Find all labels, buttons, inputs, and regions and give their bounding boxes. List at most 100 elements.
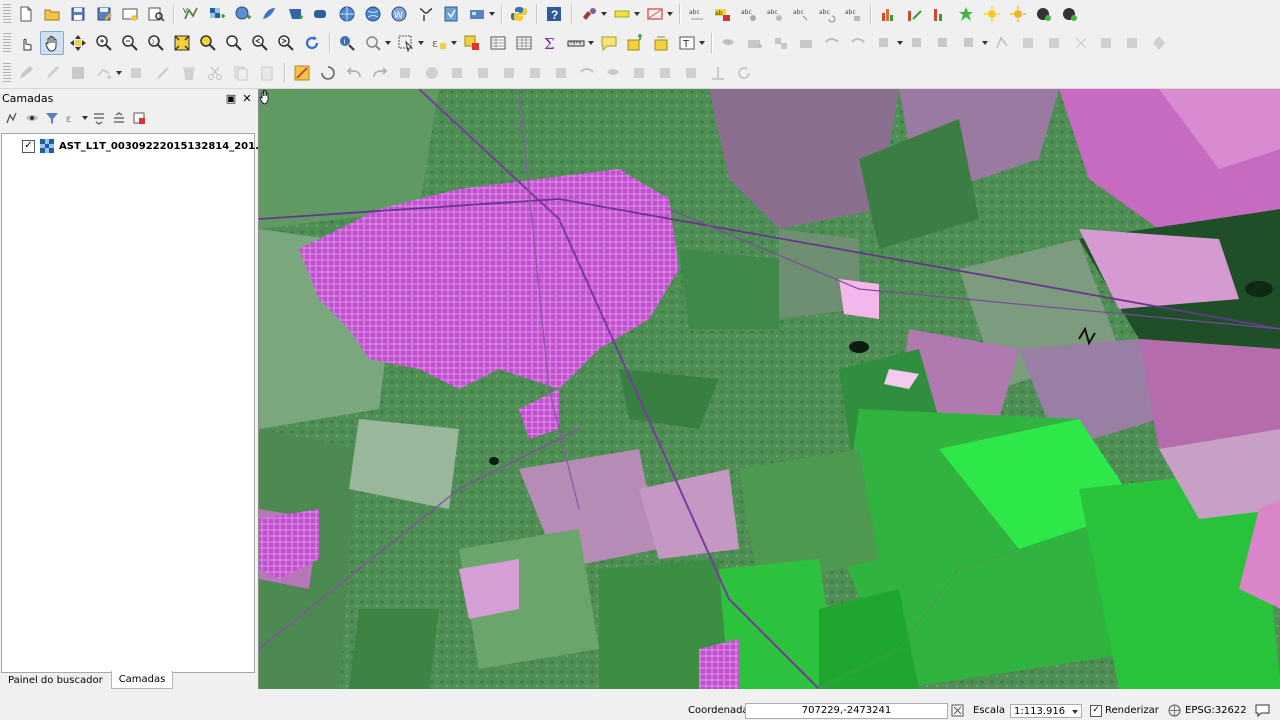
zoom-next-icon[interactable] <box>274 31 298 55</box>
plugin-sun2-icon[interactable] <box>1006 2 1030 26</box>
add-feature-dropdown[interactable] <box>116 70 122 76</box>
plugin-chart3-icon[interactable] <box>928 2 952 26</box>
measure-icon[interactable] <box>564 31 588 55</box>
float-panel-icon[interactable]: ▣ <box>224 91 238 105</box>
style-manager-icon[interactable] <box>577 2 601 26</box>
digitize-10-icon[interactable] <box>958 31 982 55</box>
remove-layer-icon[interactable] <box>130 109 148 127</box>
annotation-icon[interactable] <box>643 2 667 26</box>
adv-digitize-6-icon[interactable] <box>524 61 548 85</box>
filter-expression-dropdown[interactable] <box>82 115 88 121</box>
messages-icon[interactable] <box>1255 704 1270 717</box>
digitize-7-icon[interactable] <box>873 31 897 55</box>
crs-label[interactable]: EPSG:32622 <box>1185 705 1247 716</box>
statistics-icon[interactable]: Σ <box>538 31 562 55</box>
render-checkbox[interactable]: ✓ <box>1090 705 1102 717</box>
delete-selected-icon[interactable] <box>177 61 201 85</box>
adv-digitize-13-icon[interactable] <box>706 61 730 85</box>
collapse-all-icon[interactable] <box>110 109 128 127</box>
add-wcs-layer-icon[interactable]: W <box>387 2 411 26</box>
style-dropdown[interactable] <box>601 11 607 17</box>
layout-manager-icon[interactable] <box>144 2 168 26</box>
add-postgis-icon[interactable] <box>283 2 307 26</box>
layer-name[interactable]: AST_L1T_00309222015132814_201... <box>59 141 266 152</box>
rotate-feature-icon[interactable] <box>316 61 340 85</box>
label-change-icon[interactable]: abc <box>841 2 865 26</box>
plugin-star-icon[interactable] <box>954 2 978 26</box>
zoom-last-icon[interactable] <box>248 31 272 55</box>
help-icon[interactable]: ? <box>542 2 566 26</box>
digitize-dropdown-2[interactable] <box>982 40 988 46</box>
open-project-icon[interactable] <box>40 2 64 26</box>
expand-all-icon[interactable] <box>90 109 108 127</box>
label-rotate-icon[interactable]: abc <box>815 2 839 26</box>
add-group-icon[interactable] <box>23 109 41 127</box>
toggle-editing-icon[interactable] <box>40 61 64 85</box>
select-features-icon[interactable] <box>394 31 418 55</box>
undo-icon[interactable] <box>342 61 366 85</box>
adv-digitize-5-icon[interactable] <box>498 61 522 85</box>
label-pin-icon[interactable]: abc <box>737 2 761 26</box>
layer-visibility-checkbox[interactable]: ✓ <box>22 139 35 153</box>
label-abc-icon[interactable]: abc <box>685 2 709 26</box>
digitize-1-icon[interactable] <box>717 31 741 55</box>
toggle-extents-icon[interactable] <box>951 704 964 717</box>
add-vector-layer-icon[interactable]: V <box>179 2 203 26</box>
digitize-17-icon[interactable] <box>1147 31 1171 55</box>
digitize-2-icon[interactable] <box>743 31 767 55</box>
select-expression-icon[interactable]: ε <box>427 31 451 55</box>
add-wcs-icon[interactable] <box>335 2 359 26</box>
adv-digitize-9-icon[interactable] <box>602 61 626 85</box>
identify-dropdown[interactable] <box>385 40 391 46</box>
add-mssql-icon[interactable] <box>309 2 333 26</box>
pan-to-selection-icon[interactable] <box>66 31 90 55</box>
new-project-icon[interactable] <box>14 2 38 26</box>
digitize-16-icon[interactable] <box>1121 31 1145 55</box>
adv-digitize-14-icon[interactable] <box>732 61 756 85</box>
map-canvas[interactable] <box>258 89 1280 689</box>
adv-digitize-12-icon[interactable] <box>680 61 704 85</box>
annotation-dropdown[interactable] <box>667 11 673 17</box>
annotation-type-dropdown[interactable] <box>699 40 705 46</box>
adv-digitize-2-icon[interactable] <box>420 61 444 85</box>
label-highlight-icon[interactable]: ab <box>711 2 735 26</box>
zoom-selection-icon[interactable] <box>196 31 220 55</box>
paste-features-icon[interactable] <box>255 61 279 85</box>
identify-icon[interactable]: i <box>335 31 359 55</box>
digitize-8-icon[interactable] <box>906 31 930 55</box>
add-virtual-layer-icon[interactable] <box>439 2 463 26</box>
adv-digitize-7-icon[interactable] <box>550 61 574 85</box>
zoom-layer-icon[interactable] <box>222 31 246 55</box>
scale-field[interactable]: 1:113.916 <box>1010 703 1082 718</box>
plugin-sun-icon[interactable] <box>980 2 1004 26</box>
digitize-dropdown[interactable] <box>897 40 903 46</box>
map-tip-bubble-icon[interactable] <box>597 31 621 55</box>
zoom-out-icon[interactable] <box>118 31 142 55</box>
adv-digitize-4-icon[interactable] <box>472 61 496 85</box>
label-move-icon[interactable]: abc <box>789 2 813 26</box>
digitizing-ortho-icon[interactable] <box>290 61 314 85</box>
refresh-icon[interactable] <box>300 31 324 55</box>
filter-legend-icon[interactable] <box>43 109 61 127</box>
add-wms-icon[interactable] <box>231 2 255 26</box>
pan-map-icon[interactable] <box>40 31 64 55</box>
add-delimited-text-icon[interactable] <box>413 2 437 26</box>
python-console-icon[interactable] <box>507 2 531 26</box>
save-as-icon[interactable] <box>92 2 116 26</box>
highlight-dropdown[interactable] <box>634 11 640 17</box>
add-spatialite-icon[interactable] <box>257 2 281 26</box>
digitize-14-icon[interactable] <box>1069 31 1093 55</box>
field-calculator-icon[interactable] <box>512 31 536 55</box>
redo-icon[interactable] <box>368 61 392 85</box>
map-tips-icon[interactable] <box>361 31 385 55</box>
adv-digitize-8-icon[interactable] <box>576 61 600 85</box>
tab-layers[interactable]: Camadas <box>110 671 174 689</box>
coordinate-field[interactable]: 707229,-2473241 <box>745 702 948 719</box>
new-layer-dropdown[interactable] <box>489 11 495 17</box>
plugin-chart-icon[interactable] <box>876 2 900 26</box>
digitize-13-icon[interactable] <box>1043 31 1067 55</box>
crs-globe-icon[interactable] <box>1168 704 1181 717</box>
open-styling-icon[interactable] <box>3 109 21 127</box>
current-edits-icon[interactable] <box>14 61 38 85</box>
measure-dropdown[interactable] <box>588 40 594 46</box>
